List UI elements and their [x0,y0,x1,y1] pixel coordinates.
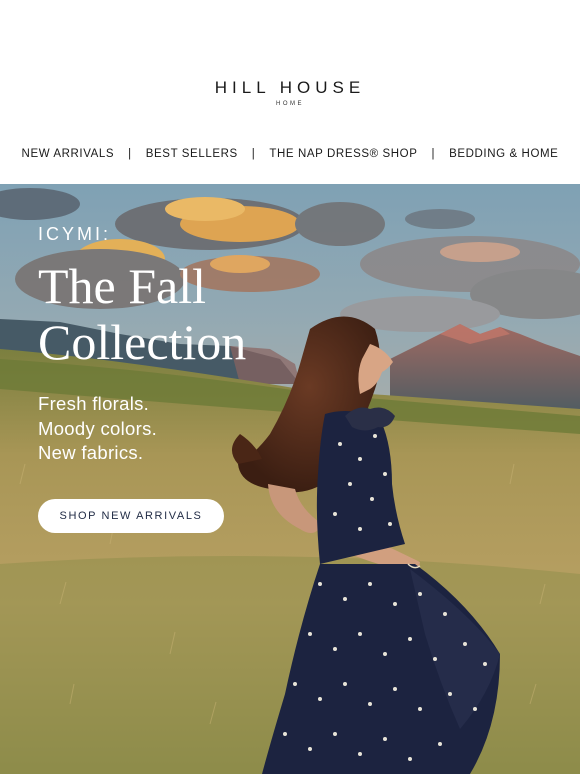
main-nav: NEW ARRIVALS | BEST SELLERS | THE NAP DR… [0,142,580,166]
nav-separator: | [128,148,132,160]
hero-subtext-line: Fresh florals. [38,393,150,414]
email-page: HILL HOUSE HOME NEW ARRIVALS | BEST SELL… [0,0,580,774]
hero-headline-line2: Collection [38,314,247,370]
brand-logo[interactable]: HILL HOUSE [0,78,580,98]
nav-item-new-arrivals[interactable]: NEW ARRIVALS [22,148,115,160]
header: HILL HOUSE HOME [0,0,580,130]
nav-separator: | [431,148,436,160]
nav-separator: | [251,148,256,160]
shop-new-arrivals-button[interactable]: SHOP NEW ARRIVALS [38,499,224,533]
hero-subtext: Fresh florals. Moody colors. New fabrics… [38,392,298,466]
hero-subtext-line: Moody colors. [38,417,158,439]
hero-headline-line1: The Fall [38,258,207,314]
nav-item-bedding-home[interactable]: BEDDING & HOME [449,148,558,160]
nav-item-nap-dress-shop[interactable]: THE NAP DRESS® SHOP [269,148,417,160]
hero-subtext-line: New fabrics. [38,442,144,463]
nav-item-best-sellers[interactable]: BEST SELLERS [146,148,238,160]
hero-eyebrow: ICYMI: [38,224,112,244]
brand-logo-sub: HOME [276,101,304,107]
hero-banner[interactable]: ICYMI: The Fall Collection Fresh florals… [0,184,580,774]
hero-headline: The Fall Collection [38,258,338,370]
